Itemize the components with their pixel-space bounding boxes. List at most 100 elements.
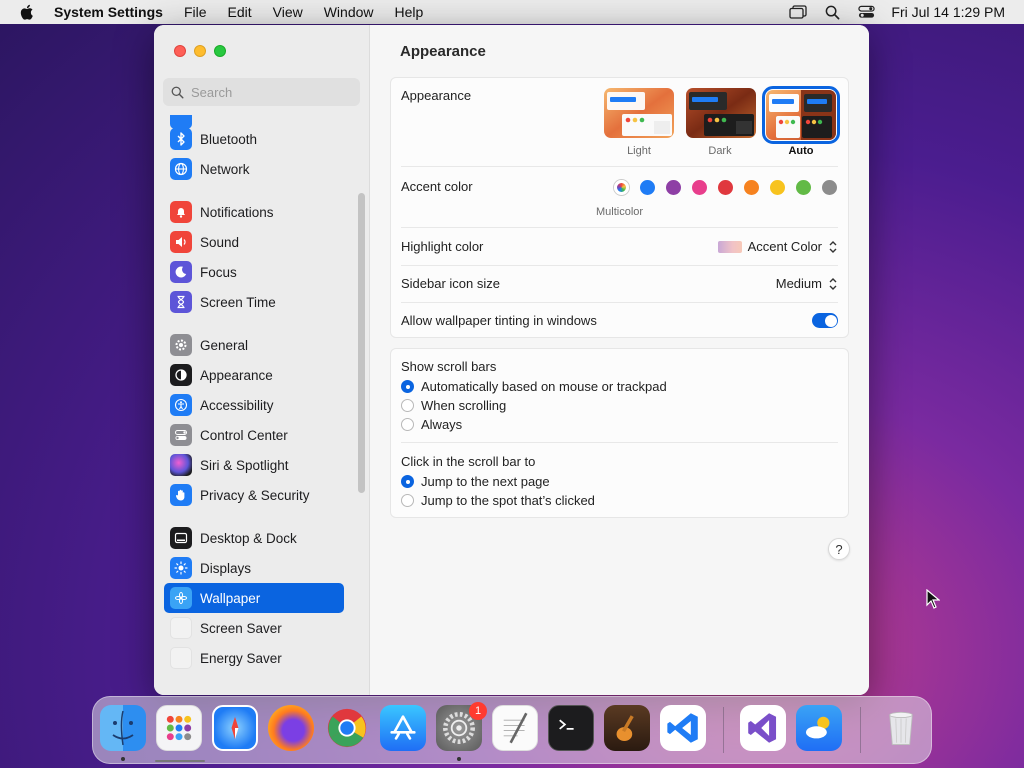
updown-chevron-icon [829,240,837,253]
sidebar-item-label: Screen Time [200,294,276,310]
sidebar-item-accessibility[interactable]: Accessibility [164,390,344,420]
dock-launchpad-icon[interactable] [156,705,202,751]
desktop-icon [170,527,192,549]
divider [401,166,838,167]
sidebar-item-siri-spotlight[interactable]: Siri & Spotlight [164,450,344,480]
sidebar: Bluetooth Network Notifications Sound Fo… [154,25,370,695]
sidebar-item-label: General [200,337,249,353]
click-jump-spot-radio[interactable]: Jump to the spot that’s clicked [401,493,595,508]
accent-purple-swatch[interactable] [666,180,681,195]
dock-terminal-icon[interactable] [548,705,594,751]
menu-help[interactable]: Help [395,4,424,20]
window-switcher-icon[interactable] [789,4,808,20]
menu-file[interactable]: File [184,4,207,20]
sidebar-scrollbar[interactable] [358,193,365,493]
moon-icon [170,261,192,283]
wallpaper-tinting-toggle[interactable] [812,313,838,328]
divider [401,442,838,443]
scroll-bars-when-scrolling-radio[interactable]: When scrolling [401,398,506,413]
sidebar-item-desktop-dock[interactable]: Desktop & Dock [164,523,344,553]
menu-app-name[interactable]: System Settings [54,4,163,20]
divider [401,265,838,266]
hand-icon [170,484,192,506]
spotlight-search-icon[interactable] [823,4,841,20]
sidebar-icon-size-label: Sidebar icon size [401,276,500,291]
zoom-button[interactable] [214,45,226,57]
sidebar-item-displays[interactable]: Displays [164,553,344,583]
dock-app-store-icon[interactable] [380,705,426,751]
auto-mode-preview-icon [766,90,836,140]
sidebar-item-control-center[interactable]: Control Center [164,420,344,450]
accent-blue-swatch[interactable] [640,180,655,195]
highlight-color-popup[interactable]: Accent Color [717,239,838,254]
appearance-auto-option[interactable] [762,86,840,144]
appearance-dark-option[interactable] [686,88,756,138]
sidebar-item-focus[interactable]: Focus [164,257,344,287]
sidebar-item-wallpaper[interactable]: Wallpaper [164,583,344,613]
click-scroll-bar-label: Click in the scroll bar to [401,454,536,469]
dock: 1 [92,696,932,764]
hourglass-icon [170,291,192,313]
menu-clock[interactable]: Fri Jul 14 1:29 PM [891,4,1005,20]
dock-garageband-icon[interactable] [604,705,650,751]
minimize-button[interactable] [194,45,206,57]
appearance-light-option[interactable] [604,88,674,138]
globe-icon [170,158,192,180]
accent-green-swatch[interactable] [796,180,811,195]
wallpaper-tinting-label: Allow wallpaper tinting in windows [401,313,597,328]
menu-view[interactable]: View [273,4,303,20]
sidebar-item-energy-saver[interactable]: Energy Saver [164,643,344,673]
system-settings-window: Bluetooth Network Notifications Sound Fo… [154,25,869,695]
accent-pink-swatch[interactable] [692,180,707,195]
accent-orange-swatch[interactable] [744,180,759,195]
dock-trash-icon[interactable] [878,705,924,751]
sidebar-item-general[interactable]: General [164,330,344,360]
sidebar-item-privacy-security[interactable]: Privacy & Security [164,480,344,510]
sidebar-icon-size-popup[interactable]: Medium [776,276,838,291]
highlight-color-label: Highlight color [401,239,484,254]
radio-dot [401,494,414,507]
close-button[interactable] [174,45,186,57]
dock-finder-icon[interactable] [100,705,146,751]
sidebar-item-notifications[interactable]: Notifications [164,197,344,227]
control-center-menu-icon[interactable] [857,4,875,20]
sidebar-item-screen-time[interactable]: Screen Time [164,287,344,317]
menu-window[interactable]: Window [324,4,374,20]
search-input[interactable] [191,84,351,100]
dock-textedit-icon[interactable] [492,705,538,751]
accent-graphite-swatch[interactable] [822,180,837,195]
control-center-icon [170,424,192,446]
help-button[interactable]: ? [828,538,850,560]
menu-edit[interactable]: Edit [228,4,252,20]
accent-multicolor-swatch[interactable] [614,180,629,195]
sidebar-item-label: Accessibility [200,397,274,413]
radio-dot [401,418,414,431]
dock-vscode-icon[interactable] [660,705,706,751]
dock-firefox-icon[interactable] [268,705,314,751]
search-field[interactable] [163,78,360,106]
scroll-bar-settings-group: Show scroll bars Automatically based on … [390,348,849,518]
dock-weather-icon[interactable] [796,705,842,751]
sidebar-item-bluetooth[interactable]: Bluetooth [164,124,344,154]
click-jump-next-page-radio[interactable]: Jump to the next page [401,474,550,489]
accent-multicolor-caption: Multicolor [596,206,644,218]
dock-safari-icon[interactable] [212,705,258,751]
sidebar-item-label: Energy Saver [200,650,282,666]
apple-logo-icon[interactable] [19,4,34,20]
scroll-bars-auto-radio[interactable]: Automatically based on mouse or trackpad [401,379,667,394]
dark-mode-preview-icon [686,88,756,138]
sidebar-item-screen-saver[interactable]: Screen Saver [164,613,344,643]
sidebar-item-label: Appearance [200,367,273,383]
show-scroll-bars-label: Show scroll bars [401,359,497,374]
accent-red-swatch[interactable] [718,180,733,195]
dock-visual-studio-icon[interactable] [740,705,786,751]
scroll-bars-always-radio[interactable]: Always [401,417,462,432]
dock-chrome-icon[interactable] [324,705,370,751]
accent-color-label: Accent color [401,179,473,194]
sidebar-item-network[interactable]: Network [164,154,344,184]
sidebar-item-sound[interactable]: Sound [164,227,344,257]
accent-yellow-swatch[interactable] [770,180,785,195]
appearance-light-caption: Light [627,145,651,157]
sidebar-item-appearance[interactable]: Appearance [164,360,344,390]
divider [401,227,838,228]
